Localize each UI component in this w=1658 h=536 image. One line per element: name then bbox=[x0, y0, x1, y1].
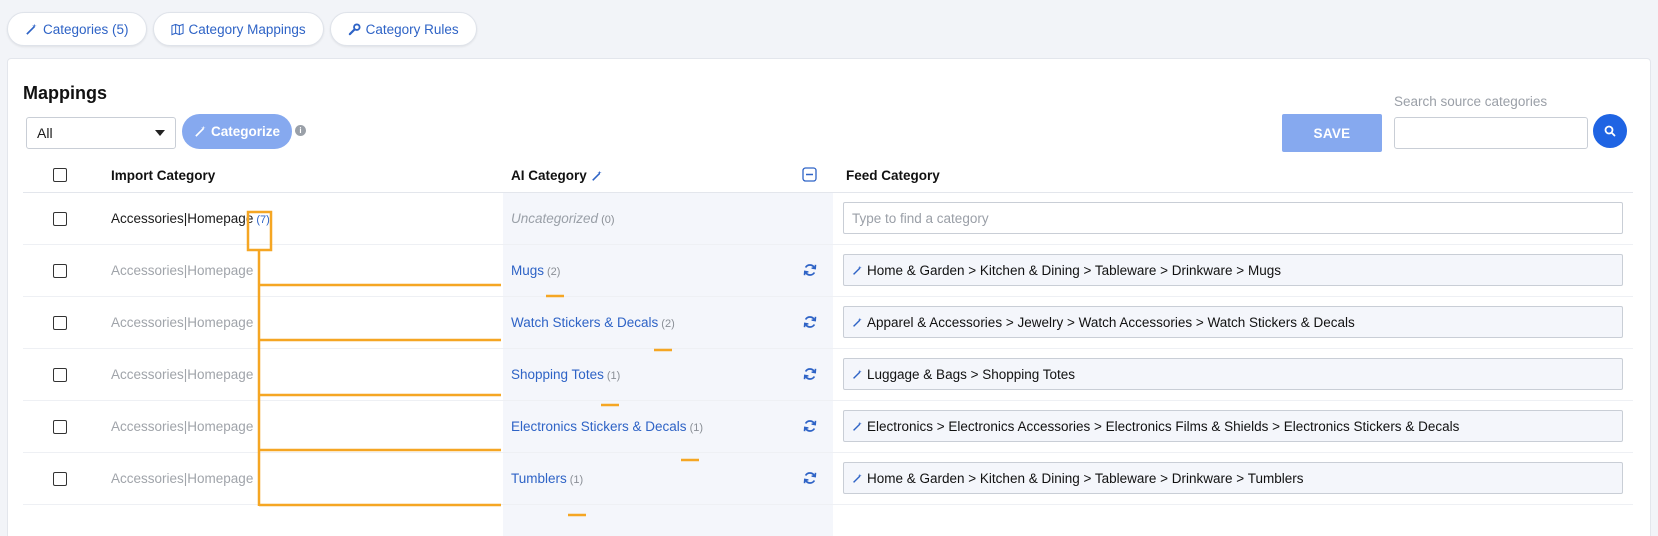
feed-category-input[interactable]: Luggage & Bags > Shopping Totes bbox=[843, 358, 1623, 390]
refresh-icon[interactable] bbox=[803, 367, 817, 381]
import-category-name: Accessories|Homepage bbox=[111, 315, 254, 330]
import-category-name: Accessories|Homepage bbox=[111, 367, 254, 382]
table-row: Accessories|Homepage Watch Stickers & De… bbox=[23, 297, 1633, 349]
ai-category-count: (1) bbox=[689, 422, 704, 434]
feed-category-value: Home & Garden > Kitchen & Dining > Table… bbox=[867, 262, 1281, 278]
magic-wand-icon bbox=[853, 421, 862, 431]
select-all-checkbox[interactable] bbox=[53, 168, 67, 182]
feed-category-input[interactable]: Electronics > Electronics Accessories > … bbox=[843, 410, 1623, 442]
magic-wand-icon bbox=[853, 265, 862, 275]
ai-category-count: (1) bbox=[606, 370, 621, 382]
import-category-name: Accessories|Homepage bbox=[111, 263, 254, 278]
row-checkbox[interactable] bbox=[53, 368, 67, 382]
import-category-name: Accessories|Homepage bbox=[111, 471, 254, 486]
categorize-button-label: Categorize bbox=[210, 124, 281, 139]
row-checkbox[interactable] bbox=[53, 212, 67, 226]
ai-category-link[interactable]: Watch Stickers & Decals bbox=[511, 315, 658, 330]
refresh-icon[interactable] bbox=[803, 471, 817, 485]
wrench-icon bbox=[348, 22, 361, 35]
magic-wand-icon bbox=[853, 473, 862, 483]
mappings-card: Mappings All Categorize i SAVE Search so… bbox=[7, 58, 1651, 536]
feed-category-value: Apparel & Accessories > Jewelry > Watch … bbox=[867, 314, 1355, 330]
feed-category-input[interactable]: Home & Garden > Kitchen & Dining > Table… bbox=[843, 462, 1623, 494]
search-icon bbox=[1604, 125, 1616, 137]
tab-category-mappings[interactable]: Category Mappings bbox=[152, 12, 324, 46]
import-category-name: Accessories|Homepage bbox=[111, 211, 254, 226]
ai-category-header-label: AI Category bbox=[511, 168, 587, 183]
import-category-name: Accessories|Homepage bbox=[111, 419, 254, 434]
map-icon bbox=[170, 23, 184, 35]
ai-category-count: (0) bbox=[601, 214, 615, 226]
table-row: Accessories|Homepage Electronics Sticker… bbox=[23, 401, 1633, 453]
refresh-icon[interactable] bbox=[803, 263, 817, 277]
magic-wand-icon bbox=[26, 23, 37, 35]
search-input[interactable] bbox=[1394, 117, 1588, 149]
feed-category-input[interactable]: Apparel & Accessories > Jewelry > Watch … bbox=[843, 306, 1623, 338]
feed-category-value: Electronics > Electronics Accessories > … bbox=[867, 418, 1460, 434]
feed-category-input[interactable]: Type to find a category bbox=[843, 202, 1623, 234]
ai-category-header: AI Category bbox=[511, 168, 603, 183]
ai-category-link[interactable]: Tumblers bbox=[511, 471, 567, 486]
ai-category-cell: Mugs (2) bbox=[511, 263, 560, 278]
ai-category-count: (2) bbox=[547, 266, 561, 278]
collapse-icon[interactable] bbox=[802, 167, 817, 182]
import-category-count[interactable]: (7) bbox=[256, 214, 269, 226]
categorize-button[interactable]: Categorize bbox=[182, 114, 292, 149]
tab-categories[interactable]: Categories (5) bbox=[7, 12, 147, 46]
info-icon[interactable]: i bbox=[295, 125, 306, 136]
row-checkbox[interactable] bbox=[53, 420, 67, 434]
refresh-icon[interactable] bbox=[803, 315, 817, 329]
import-category-cell: Accessories|Homepage (7) bbox=[111, 211, 270, 226]
table-row: Accessories|Homepage (7) Uncategorized (0)… bbox=[23, 193, 1633, 245]
ai-category-link[interactable]: Mugs bbox=[511, 263, 544, 278]
tab-categories-label: Categories (5) bbox=[43, 21, 129, 37]
ai-category-name: Uncategorized bbox=[511, 211, 599, 226]
feed-category-placeholder: Type to find a category bbox=[852, 210, 989, 226]
row-checkbox[interactable] bbox=[53, 472, 67, 486]
search-button[interactable] bbox=[1593, 114, 1627, 148]
refresh-icon[interactable] bbox=[803, 419, 817, 433]
save-button[interactable]: SAVE bbox=[1282, 114, 1382, 152]
page-title: Mappings bbox=[23, 83, 107, 103]
import-category-header: Import Category bbox=[111, 168, 216, 183]
table-header: Import Category AI Category Feed Categor… bbox=[23, 157, 1633, 193]
magic-wand-icon bbox=[853, 369, 862, 379]
feed-category-input[interactable]: Home & Garden > Kitchen & Dining > Table… bbox=[843, 254, 1623, 286]
table-row: Accessories|Homepage Mugs (2) Home & Gard… bbox=[23, 245, 1633, 297]
ai-category-link[interactable]: Shopping Totes bbox=[511, 367, 604, 382]
tab-category-mappings-label: Category Mappings bbox=[188, 21, 306, 37]
ai-category-count: (1) bbox=[569, 474, 584, 486]
feed-category-header: Feed Category bbox=[846, 168, 940, 183]
filter-select-value: All bbox=[37, 125, 53, 141]
view-tabs: Categories (5) Category Mappings Categor… bbox=[7, 12, 477, 46]
magic-wand-icon bbox=[591, 170, 602, 181]
row-checkbox[interactable] bbox=[53, 264, 67, 278]
tab-category-rules[interactable]: Category Rules bbox=[329, 12, 477, 46]
search-label: Search source categories bbox=[1394, 94, 1548, 109]
row-checkbox[interactable] bbox=[53, 316, 67, 330]
table-row: Accessories|Homepage Tumblers (1) Home & … bbox=[23, 453, 1633, 505]
ai-category-count: (2) bbox=[661, 318, 675, 330]
ai-category-cell: Electronics Stickers & Decals (1) bbox=[511, 419, 703, 434]
ai-category-cell: Watch Stickers & Decals (2) bbox=[511, 315, 675, 330]
magic-wand-icon bbox=[195, 125, 206, 137]
ai-category-link[interactable]: Electronics Stickers & Decals bbox=[511, 419, 687, 434]
ai-category-cell: Shopping Totes (1) bbox=[511, 367, 620, 382]
ai-category-cell: Uncategorized (0) bbox=[511, 211, 615, 226]
chevron-down-icon bbox=[155, 130, 165, 136]
table-row: Accessories|Homepage Shopping Totes (1) L… bbox=[23, 349, 1633, 401]
feed-category-value: Home & Garden > Kitchen & Dining > Table… bbox=[867, 470, 1304, 486]
feed-category-value: Luggage & Bags > Shopping Totes bbox=[867, 366, 1076, 382]
ai-category-cell: Tumblers (1) bbox=[511, 471, 583, 486]
magic-wand-icon bbox=[853, 317, 862, 327]
filter-select[interactable]: All bbox=[26, 117, 176, 149]
tab-category-rules-label: Category Rules bbox=[365, 21, 459, 37]
